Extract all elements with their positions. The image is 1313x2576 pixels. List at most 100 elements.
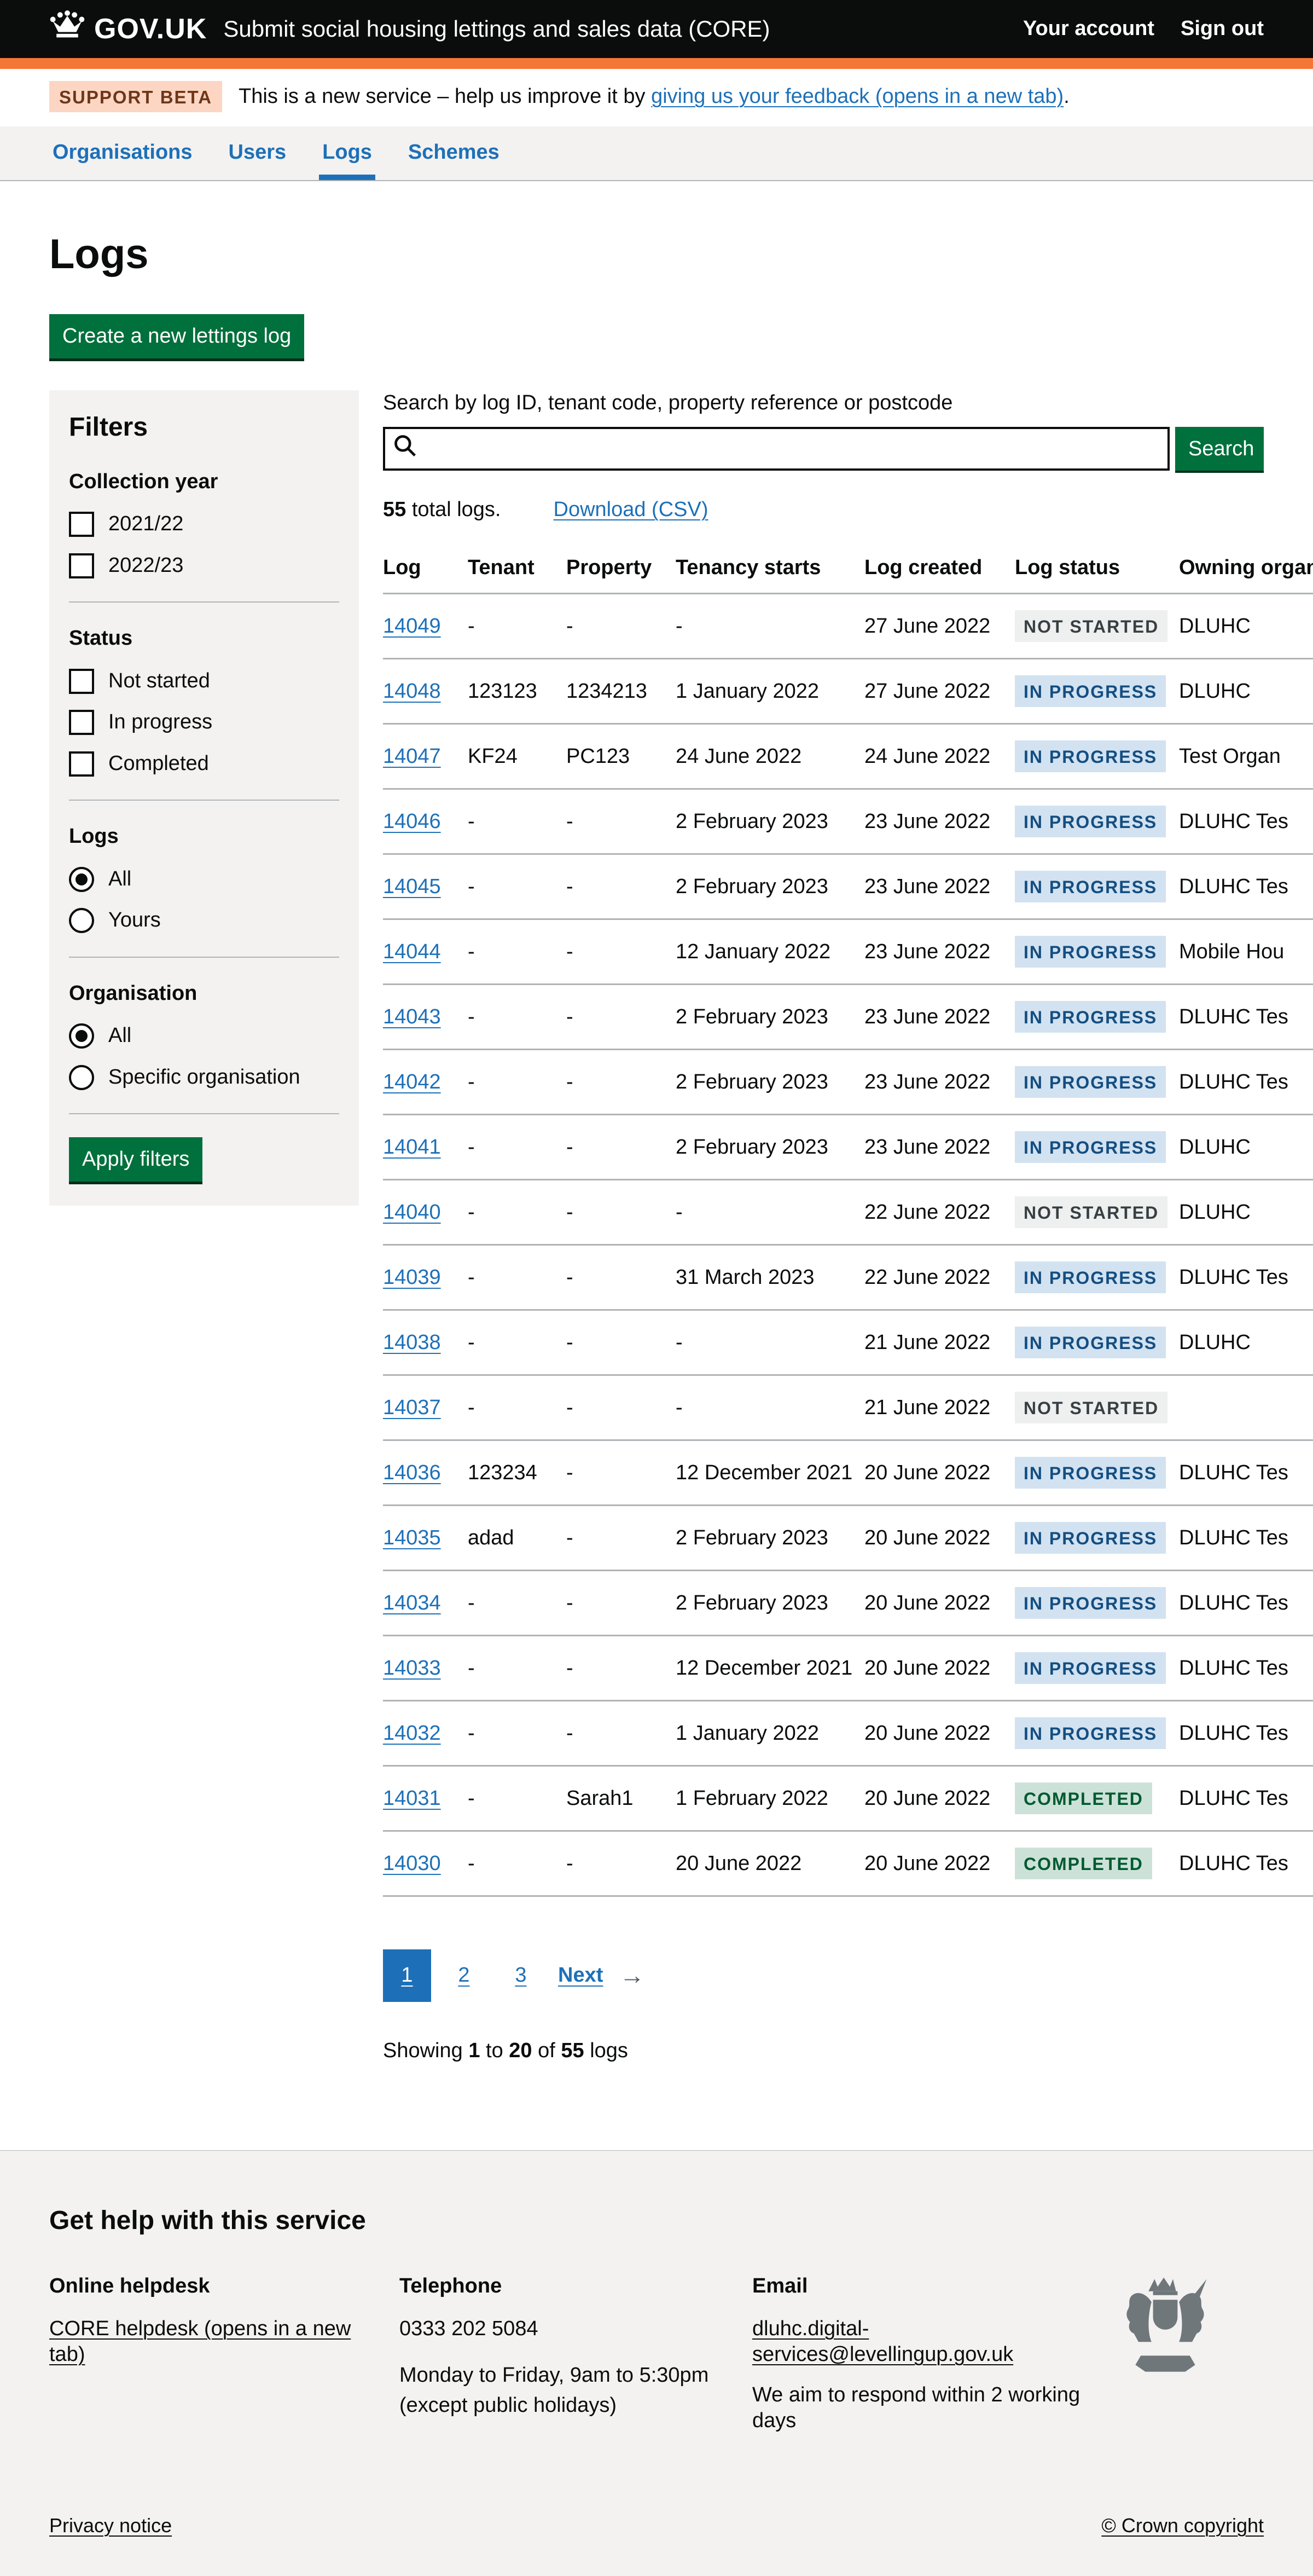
tab-users[interactable]: Users (225, 126, 290, 180)
log-id-link[interactable]: 14044 (383, 940, 441, 963)
search-icon (393, 433, 417, 465)
status-badge: IN PROGRESS (1015, 675, 1166, 707)
pagination-next-link[interactable]: Next (554, 1949, 607, 2002)
status-badge: NOT STARTED (1015, 1392, 1167, 1423)
checkbox-2021-22[interactable] (69, 512, 94, 537)
log-id-link[interactable]: 14034 (383, 1591, 441, 1614)
phase-banner: SUPPORT BETA This is a new service – hel… (0, 69, 1313, 126)
col-property: Property (566, 546, 676, 594)
log-id-link[interactable]: 14046 (383, 810, 441, 833)
log-created-cell: 23 June 2022 (864, 854, 1015, 919)
checkbox-completed[interactable] (69, 751, 94, 777)
log-id-link[interactable]: 14042 (383, 1070, 441, 1093)
property-cell: - (566, 1375, 676, 1440)
log-id-link[interactable]: 14041 (383, 1136, 441, 1159)
search-box (383, 427, 1170, 471)
crown-copyright-link[interactable]: © Crown copyright (1101, 2513, 1264, 2538)
telephone-hours-line2: (except public holidays) (399, 2390, 730, 2421)
tenant-cell: - (468, 1831, 566, 1896)
filter-option: Completed (69, 751, 339, 777)
filter-option: 2022/23 (69, 553, 339, 579)
radio-logs-all[interactable] (69, 867, 94, 892)
radio-organisation-all[interactable] (69, 1023, 94, 1049)
log-created-cell: 23 June 2022 (864, 1050, 1015, 1115)
pagination-page-1[interactable]: 1 (383, 1949, 431, 2002)
log-created-cell: 21 June 2022 (864, 1375, 1015, 1440)
tenancy-starts-cell: 2 February 2023 (676, 1571, 864, 1636)
your-account-link[interactable]: Your account (1023, 16, 1154, 42)
footer: Get help with this service Online helpde… (0, 2150, 1313, 2576)
telephone-number: 0333 202 5084 (399, 2316, 730, 2342)
log-id-link[interactable]: 14037 (383, 1396, 441, 1419)
table-row: 14043 - - 2 February 2023 23 June 2022 I… (383, 985, 1313, 1050)
log-id-link[interactable]: 14036 (383, 1461, 441, 1484)
table-row: 14031 - Sarah1 1 February 2022 20 June 2… (383, 1766, 1313, 1831)
radio-organisation-specific[interactable] (69, 1065, 94, 1090)
log-id-link[interactable]: 14040 (383, 1201, 441, 1224)
log-id-link[interactable]: 14038 (383, 1331, 441, 1354)
tenancy-starts-cell: 1 January 2022 (676, 1701, 864, 1766)
feedback-link[interactable]: giving us your feedback (opens in a new … (651, 85, 1064, 108)
log-id-link[interactable]: 14049 (383, 615, 441, 638)
owning-org-cell: DLUHC Tes (1179, 985, 1313, 1050)
radio-logs-yours[interactable] (69, 908, 94, 933)
sign-out-link[interactable]: Sign out (1181, 16, 1264, 42)
footer-col-title: Online helpdesk (49, 2273, 377, 2300)
checkbox-2022-23[interactable] (69, 553, 94, 578)
footer-col-email: Email dluhc.digital-services@levellingup… (752, 2273, 1135, 2448)
email-link[interactable]: dluhc.digital-services@levellingup.gov.u… (752, 2317, 1013, 2366)
tenancy-starts-cell: - (676, 1375, 864, 1440)
log-id-link[interactable]: 14047 (383, 745, 441, 768)
log-id-link[interactable]: 14043 (383, 1005, 441, 1028)
apply-filters-button[interactable]: Apply filters (69, 1137, 202, 1182)
logs-table: Log Tenant Property Tenancy starts Log c… (383, 546, 1313, 1897)
showing-to: 20 (509, 2039, 532, 2062)
pagination-page-3[interactable]: 3 (497, 1949, 545, 2002)
tenancy-starts-cell: 12 January 2022 (676, 919, 864, 985)
owning-org-cell: DLUHC Tes (1179, 1050, 1313, 1115)
log-id-link[interactable]: 14045 (383, 875, 441, 898)
tab-logs[interactable]: Logs (319, 126, 375, 180)
log-id-link[interactable]: 14031 (383, 1787, 441, 1810)
status-badge: IN PROGRESS (1015, 1066, 1166, 1098)
checkbox-in-progress[interactable] (69, 710, 94, 735)
tenant-cell: - (468, 789, 566, 854)
status-badge: IN PROGRESS (1015, 1652, 1166, 1684)
email-note: We aim to respond within 2 working days (752, 2382, 1113, 2434)
log-id-link[interactable]: 14039 (383, 1266, 441, 1289)
table-row: 14047 KF24 PC123 24 June 2022 24 June 20… (383, 724, 1313, 789)
showing-from: 1 (468, 2039, 480, 2062)
col-tenant: Tenant (468, 546, 566, 594)
results-section: Search by log ID, tenant code, property … (383, 390, 1264, 2085)
tenancy-starts-cell: 12 December 2021 (676, 1636, 864, 1701)
log-id-link[interactable]: 14048 (383, 680, 441, 703)
govuk-logo-link[interactable]: GOV.UK (49, 10, 207, 48)
tenant-cell: - (468, 1245, 566, 1310)
core-helpdesk-link[interactable]: CORE helpdesk (opens in a new tab) (49, 2317, 351, 2366)
log-id-link[interactable]: 14033 (383, 1657, 441, 1680)
tab-organisations[interactable]: Organisations (49, 126, 196, 180)
table-row: 14033 - - 12 December 2021 20 June 2022 … (383, 1636, 1313, 1701)
tenant-cell: KF24 (468, 724, 566, 789)
primary-nav: Organisations Users Logs Schemes (0, 126, 1313, 181)
download-csv-link[interactable]: Download (CSV) (554, 497, 708, 523)
property-cell: - (566, 789, 676, 854)
log-id-link[interactable]: 14032 (383, 1722, 441, 1745)
log-id-link[interactable]: 14030 (383, 1852, 441, 1875)
privacy-notice-link[interactable]: Privacy notice (49, 2513, 172, 2538)
status-badge: NOT STARTED (1015, 1196, 1167, 1228)
search-button[interactable]: Search (1175, 427, 1264, 471)
filter-option: In progress (69, 709, 339, 736)
footer-col-helpdesk: Online helpdesk CORE helpdesk (opens in … (49, 2273, 399, 2448)
royal-crest (1119, 2274, 1211, 2396)
table-row: 14042 - - 2 February 2023 23 June 2022 I… (383, 1050, 1313, 1115)
tenancy-starts-cell: - (676, 1180, 864, 1245)
log-id-link[interactable]: 14035 (383, 1526, 441, 1549)
pagination-page-2[interactable]: 2 (440, 1949, 488, 2002)
checkbox-not-started[interactable] (69, 669, 94, 694)
create-lettings-log-button[interactable]: Create a new lettings log (49, 314, 304, 358)
search-input[interactable] (417, 429, 1160, 468)
tab-schemes[interactable]: Schemes (405, 126, 503, 180)
tenant-cell: - (468, 1766, 566, 1831)
service-name-link[interactable]: Submit social housing lettings and sales… (223, 15, 770, 44)
